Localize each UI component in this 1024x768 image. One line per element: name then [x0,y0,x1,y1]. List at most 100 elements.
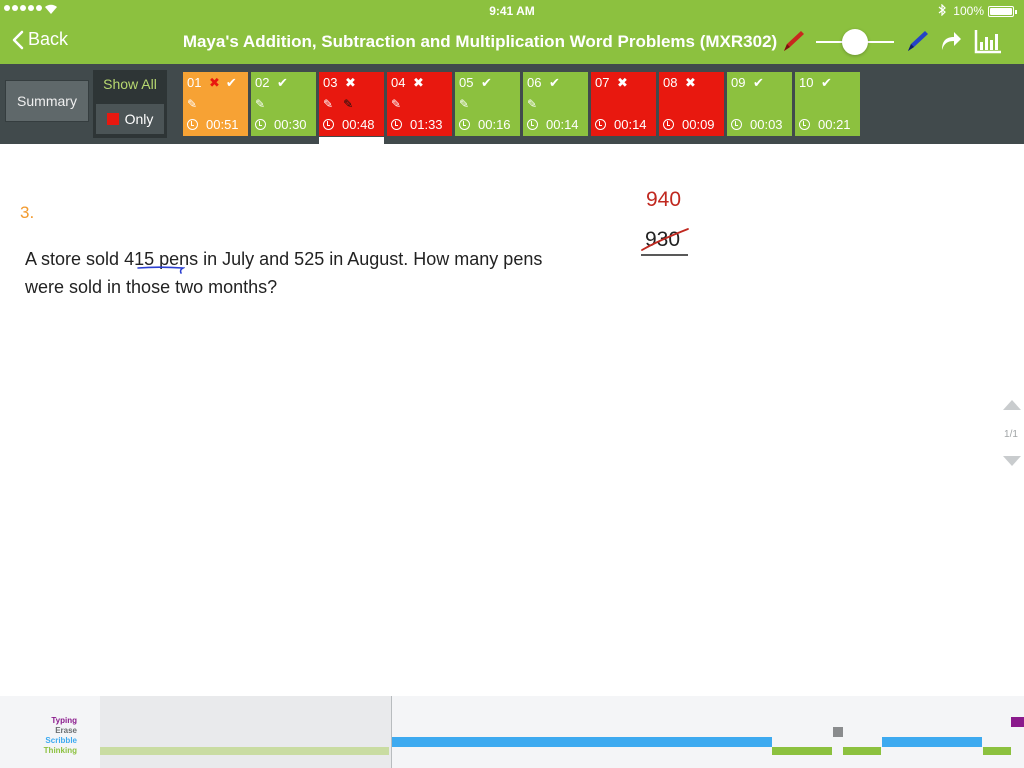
legend-erase: Erase [55,726,77,735]
question-tile-05[interactable]: 05 ✔ ✎ 00:16 [455,72,520,136]
page-down-icon[interactable] [1003,456,1021,466]
clock-icon [255,119,266,130]
question-tile-time: 00:03 [731,117,783,132]
only-label: Only [124,111,154,127]
question-tile-01[interactable]: 01 ✖ ✔ ✎ 00:51 [183,72,248,136]
clock-icon [459,119,470,130]
page-up-icon[interactable] [1003,400,1021,410]
question-tile-08[interactable]: 08 ✖ 00:09 [659,72,724,136]
question-tile-status: ✖ [617,75,628,91]
question-tile-number: 06 [527,75,542,90]
question-tile-time: 00:16 [459,117,511,132]
question-tile-time-value: 00:14 [546,117,579,132]
question-tile-tools: ✎ [391,97,401,111]
check-icon: ✔ [753,75,764,90]
chevron-left-icon [12,30,24,49]
erase-segment [833,727,843,737]
blue-underline-scribble [137,266,185,274]
question-tile-10[interactable]: 10 ✔ 00:21 [795,72,860,136]
slider-knob[interactable] [842,29,868,55]
question-tile-07[interactable]: 07 ✖ 00:14 [591,72,656,136]
check-icon: ✔ [821,75,832,90]
check-icon: ✔ [481,75,492,90]
status-bar: 9:41 AM 100% [0,3,1024,19]
stats-chart-icon[interactable] [974,28,1002,54]
question-tile-number: 09 [731,75,746,90]
legend-thinking: Thinking [43,746,77,755]
red-pen-icon[interactable] [780,28,806,54]
check-icon: ✔ [277,75,288,90]
clock-icon [187,119,198,130]
question-tile-time-value: 00:21 [818,117,851,132]
question-tile-03[interactable]: 03 ✖ ✎ ✎ 00:48 [319,72,384,136]
selected-question-indicator [319,137,384,144]
question-tile-time: 00:14 [527,117,579,132]
question-tile-status: ✔ [821,75,832,91]
share-icon[interactable] [939,28,963,54]
question-tile-04[interactable]: 04 ✖ ✎ 01:33 [387,72,452,136]
question-tile-time-value: 01:33 [410,117,443,132]
thinking-segment [100,747,389,755]
thinking-segment [772,747,832,755]
question-tile-time-value: 00:03 [750,117,783,132]
cross-icon: ✖ [413,75,424,90]
cross-icon: ✖ [617,75,628,90]
question-tile-number: 07 [595,75,610,90]
question-tile-02[interactable]: 02 ✔ ✎ 00:30 [251,72,316,136]
check-icon: ✔ [225,75,237,90]
summary-button[interactable]: Summary [5,80,89,122]
battery-icon [988,6,1017,17]
pen-size-slider[interactable] [816,29,894,55]
question-tile-time: 00:09 [663,117,715,132]
cross-icon: ✖ [345,75,356,90]
timeline-playhead[interactable] [391,696,392,768]
filter-panel: Show All Only [93,70,167,138]
question-tile-time: 00:51 [187,117,239,132]
clock-icon [595,119,606,130]
pencil-icon: ✎ [459,97,470,111]
question-tile-time: 00:21 [799,117,851,132]
timeline-elapsed-region [100,696,391,768]
question-tile-time-value: 00:51 [206,117,239,132]
cross-icon: ✖ [685,75,696,90]
pencil-icon: ✎ [323,97,334,111]
question-tile-time-value: 00:48 [342,117,375,132]
answer-strikethrough [641,228,689,256]
legend-scribble: Scribble [45,736,77,745]
scribble-segment [392,737,772,747]
clock-icon [527,119,538,130]
page-title: Maya's Addition, Subtraction and Multipl… [182,32,778,51]
only-incorrect-button[interactable]: Only [96,104,164,134]
question-tile-status: ✔ [549,75,560,91]
question-tile-status: ✖ [685,75,696,91]
question-tile-number: 04 [391,75,406,90]
show-all-button[interactable]: Show All [93,76,167,92]
question-tile-number: 10 [799,75,814,90]
blue-pen-icon[interactable] [904,28,930,54]
question-tile-time: 00:14 [595,117,647,132]
question-tile-tools: ✎ [459,97,469,111]
question-tile-time-value: 00:09 [682,117,715,132]
question-number: 3. [20,203,35,222]
question-tile-tools: ✎ ✎ [323,97,353,111]
back-button[interactable]: Back [12,29,68,50]
clock-icon [731,119,742,130]
question-tile-status: ✔ [481,75,492,91]
activity-timeline[interactable]: Typing Erase Scribble Thinking [0,696,1024,768]
question-tile-06[interactable]: 06 ✔ ✎ 00:14 [523,72,588,136]
question-tile-time-value: 00:30 [274,117,307,132]
clock-icon [663,119,674,130]
question-tile-time-value: 00:14 [614,117,647,132]
question-tile-status: ✖ [413,75,424,91]
question-tile-time: 01:33 [391,117,443,132]
question-tile-time: 00:48 [323,117,375,132]
clock-icon [799,119,810,130]
question-tile-number: 08 [663,75,678,90]
cross-icon: ✖ [209,75,220,90]
question-tile-09[interactable]: 09 ✔ 00:03 [727,72,792,136]
timeline-legend: Typing Erase Scribble Thinking [0,716,77,756]
page-indicator: 1/1 [1004,429,1018,440]
page-pager: 1/1 [998,396,1024,470]
question-tile-status: ✔ [753,75,764,91]
question-tile-time: 00:30 [255,117,307,132]
